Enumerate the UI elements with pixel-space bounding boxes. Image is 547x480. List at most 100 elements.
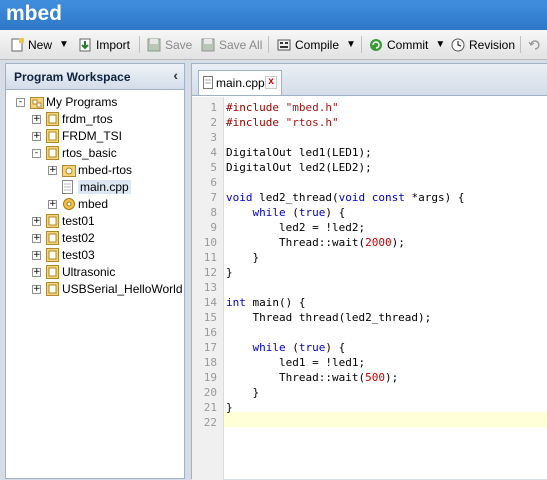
program-icon [46, 112, 59, 126]
expand-node-icon[interactable]: + [32, 251, 41, 260]
line-number: 2 [210, 116, 217, 129]
expand-node-icon[interactable]: + [32, 234, 41, 243]
code-line[interactable]: DigitalOut led1(LED1); [226, 145, 372, 160]
tab-main-cpp[interactable]: main.cpp x [198, 70, 282, 95]
line-number: 11 [203, 251, 217, 264]
tree-item-label: test01 [62, 214, 95, 228]
compile-button[interactable]: Compile ▼ [277, 35, 356, 54]
save-icon [147, 38, 161, 52]
tree-item-label: main.cpp [78, 180, 131, 194]
line-number: 22 [203, 416, 217, 429]
expand-node-icon[interactable]: + [32, 285, 41, 294]
program-icon [46, 265, 59, 279]
collapse-node-icon[interactable]: - [32, 149, 41, 158]
collapse-panel-icon[interactable]: ‹ [173, 67, 178, 83]
tree-item-label: rtos_basic [62, 146, 117, 160]
program-icon [46, 146, 59, 160]
code-line[interactable]: #include "rtos.h" [226, 115, 339, 130]
code-line[interactable]: } [226, 250, 259, 265]
code-line[interactable]: led1 = !led1; [226, 355, 365, 370]
code-line[interactable]: #include "mbed.h" [226, 100, 339, 115]
program-icon [46, 129, 59, 143]
panel-header: Program Workspace ‹ [6, 64, 184, 90]
undo-button[interactable] [528, 35, 546, 54]
library-folder-icon [62, 163, 76, 177]
expand-node-icon[interactable]: + [32, 115, 41, 124]
commit-button-label: Commit [387, 37, 429, 52]
tree-item-label: My Programs [46, 95, 118, 109]
import-button[interactable]: Import [78, 35, 130, 54]
save-button[interactable]: Save [147, 35, 192, 54]
revision-button[interactable]: Revision [451, 35, 515, 54]
compile-dropdown-icon[interactable]: ▼ [346, 39, 356, 50]
new-dropdown-icon[interactable]: ▼ [59, 39, 69, 50]
tree-item[interactable]: main.cpp [6, 179, 182, 195]
program-icon [46, 282, 59, 296]
code-line[interactable]: while (true) { [226, 205, 346, 220]
code-line[interactable]: } [226, 265, 233, 280]
tree-item-label: mbed-rtos [78, 163, 133, 177]
new-file-icon [10, 37, 24, 52]
code-line[interactable]: int main() { [226, 295, 305, 310]
tab-strip: main.cpp x [192, 64, 547, 96]
library-gear-icon [62, 197, 75, 211]
code-line[interactable]: Thread::wait(500); [226, 370, 398, 385]
code-line[interactable]: Thread thread(led2_thread); [226, 310, 431, 325]
tree-item[interactable]: + mbed-rtos [6, 162, 182, 178]
close-tab-icon[interactable]: x [265, 76, 277, 89]
code-line[interactable]: void led2_thread(void const *args) { [226, 190, 464, 205]
toolbar-separator [361, 36, 362, 53]
program-workspace-panel: Program Workspace ‹ - My Programs + frdm_rt… [5, 63, 185, 479]
tree-item-label: test02 [62, 231, 95, 245]
new-button-label: New [28, 37, 53, 52]
compile-icon [277, 38, 291, 52]
compile-button-label: Compile [295, 37, 340, 52]
line-number: 8 [210, 206, 217, 219]
code-line[interactable]: while (true) { [226, 340, 346, 355]
line-number-gutter: 1 2 3 4 5 6 7 8 9 10 11 12 13 14 15 16 17 18 19 20 21 22 [192, 97, 224, 480]
app-title: mbed [6, 2, 63, 25]
tab-label: main.cpp [216, 76, 265, 90]
code-line[interactable]: led2 = !led2; [226, 220, 365, 235]
commit-dropdown-icon[interactable]: ▼ [435, 39, 445, 50]
tree-item-label: mbed [78, 197, 109, 211]
line-number: 13 [203, 281, 217, 294]
import-button-label: Import [96, 37, 131, 52]
line-number: 19 [203, 371, 217, 384]
tree-item[interactable]: + test02 [6, 230, 182, 246]
tree-item[interactable]: + mbed [6, 196, 182, 212]
programs-folder-icon [30, 95, 44, 109]
tree-item[interactable]: + Ultrasonic [6, 264, 182, 280]
code-line[interactable]: Thread::wait(2000); [226, 235, 405, 250]
import-icon [78, 38, 92, 52]
tree-item[interactable]: + frdm_rtos [6, 111, 182, 127]
line-number: 18 [203, 356, 217, 369]
tree-item[interactable]: + test03 [6, 247, 182, 263]
expand-node-icon[interactable]: + [32, 132, 41, 141]
line-number: 9 [210, 221, 217, 234]
tree-item[interactable]: + USBSerial_HelloWorld [6, 281, 183, 297]
commit-icon [369, 38, 383, 52]
line-number: 5 [210, 161, 217, 174]
current-line-highlight [224, 412, 547, 427]
expand-node-icon[interactable]: + [48, 200, 57, 209]
commit-button[interactable]: Commit ▼ [369, 35, 445, 54]
expand-node-icon[interactable]: + [32, 268, 41, 277]
undo-icon [528, 38, 542, 52]
expand-node-icon[interactable]: + [32, 217, 41, 226]
save-all-button[interactable]: Save All [201, 35, 262, 54]
expand-node-icon[interactable]: + [48, 166, 57, 175]
line-number: 21 [203, 401, 217, 414]
program-icon [46, 248, 59, 262]
tree-item[interactable]: - My Programs [6, 94, 182, 110]
tree-item[interactable]: - rtos_basic [6, 145, 182, 161]
line-number: 1 [210, 101, 217, 114]
new-button[interactable]: New ▼ [10, 35, 69, 54]
tree-item[interactable]: + test01 [6, 213, 182, 229]
tree-item[interactable]: + FRDM_TSI [6, 128, 182, 144]
code-line[interactable]: DigitalOut led2(LED2); [226, 160, 372, 175]
collapse-node-icon[interactable]: - [16, 98, 25, 107]
save-all-icon [201, 38, 215, 52]
code-line[interactable]: } [226, 385, 259, 400]
code-line[interactable]: } [226, 400, 233, 415]
